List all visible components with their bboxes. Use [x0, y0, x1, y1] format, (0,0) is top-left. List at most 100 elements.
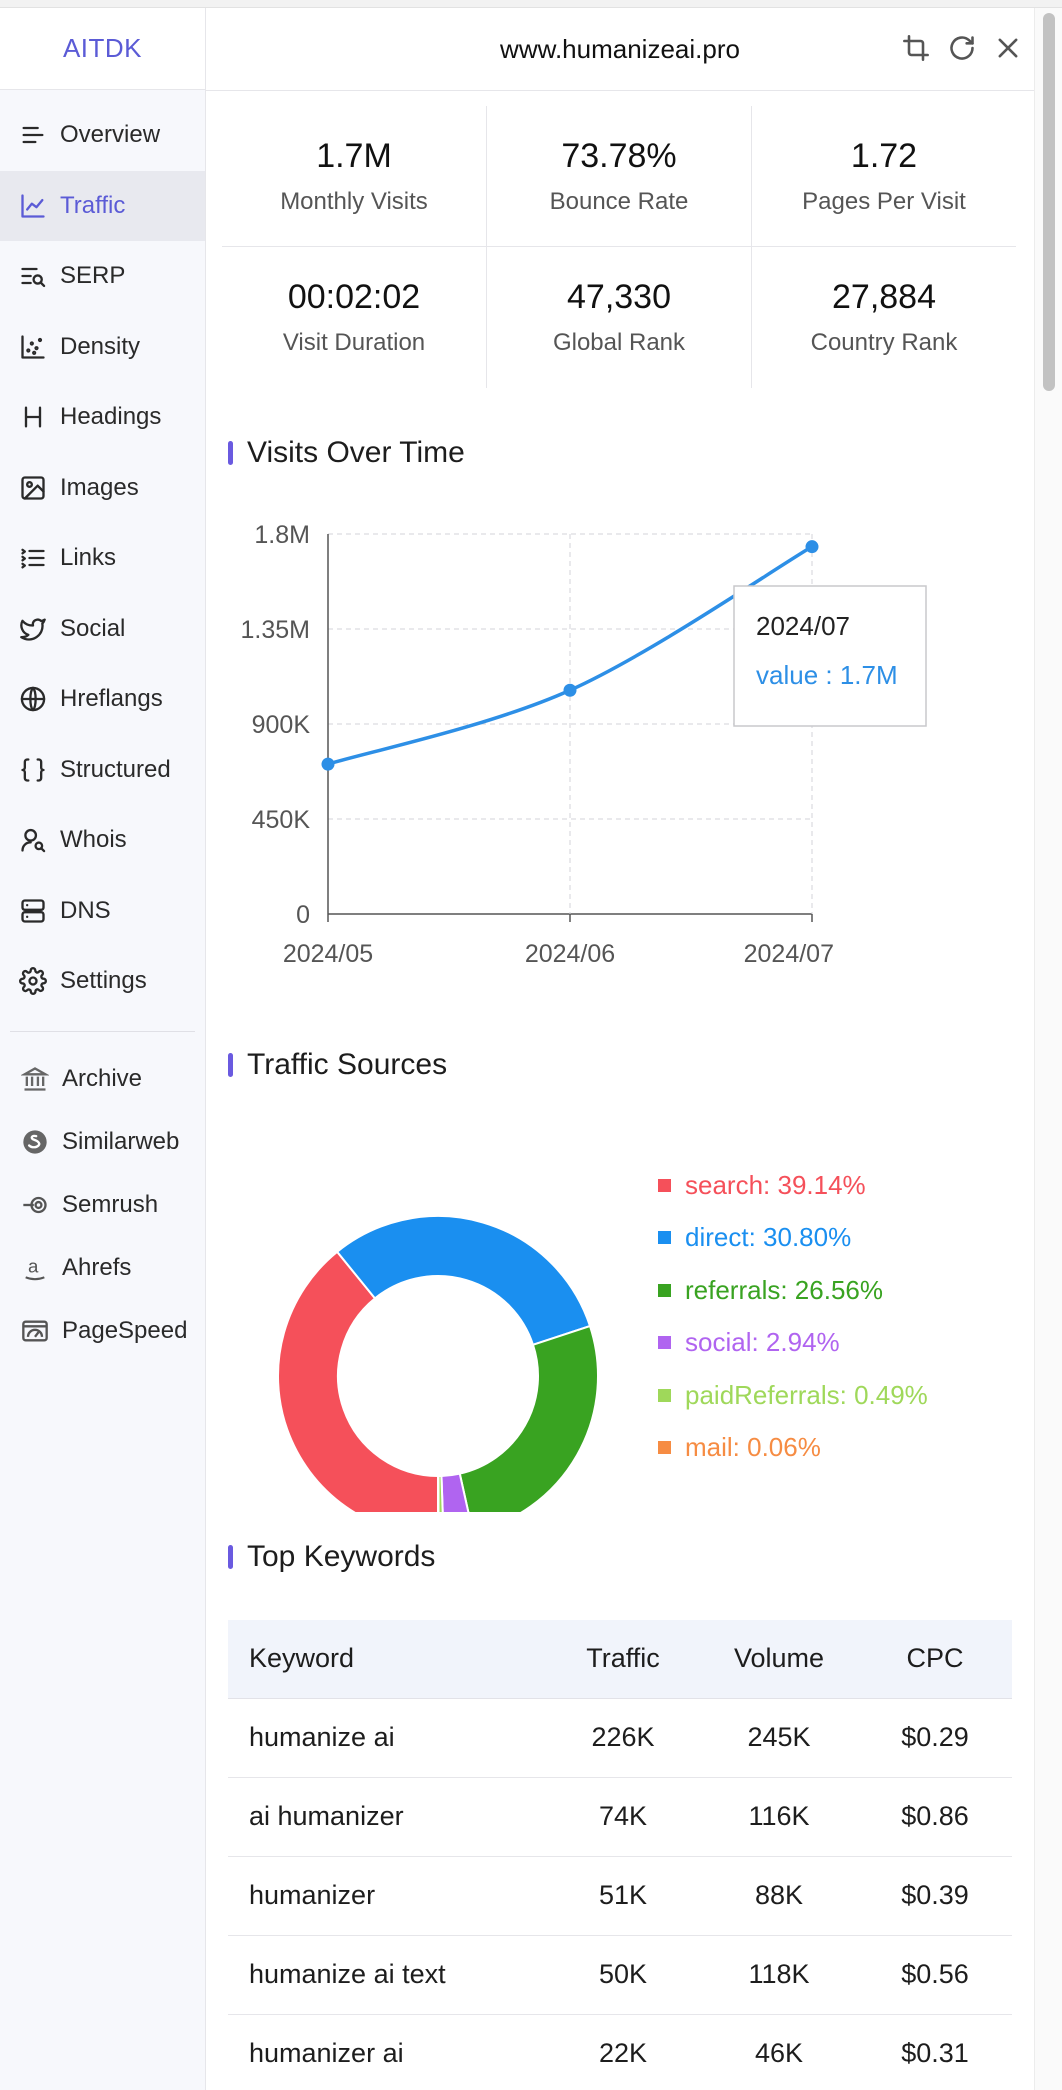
table-row: humanize ai text 50K 118K $0.56 — [228, 1935, 1012, 2015]
sidebar-item-label: Whois — [60, 826, 127, 854]
cpc-cell: $0.86 — [858, 1777, 1012, 1857]
pie-slice-direct — [335, 1215, 592, 1347]
sidebar-item-label: Hreflangs — [60, 685, 163, 713]
similarweb-icon — [20, 1127, 50, 1157]
refresh-icon[interactable] — [948, 32, 976, 64]
sidebar-item-overview[interactable]: Overview — [0, 100, 205, 171]
column-header-traffic[interactable]: Traffic — [546, 1620, 700, 1698]
stat-value: 27,884 — [832, 278, 936, 316]
sidebar-item-label: Links — [60, 544, 117, 572]
gear-icon — [18, 966, 48, 996]
volume-cell: 245K — [700, 1698, 858, 1778]
scrollbar-thumb[interactable] — [1043, 13, 1055, 391]
table-row: humanizer ai 22K 46K $0.31 — [228, 2014, 1012, 2090]
sidebar-nav: Overview Traffic SERP Density Headings I… — [0, 90, 205, 1363]
traffic-sources-legend: search: 39.14% direct: 30.80% referrals: 2… — [658, 1159, 928, 1474]
archive-icon — [20, 1064, 50, 1094]
stat-value: 47,330 — [567, 278, 671, 316]
stats-divider — [222, 246, 1016, 247]
sidebar-item-label: DNS — [60, 896, 111, 924]
stat-visit-duration: 00:02:02 Visit Duration — [222, 247, 486, 388]
brand-logo[interactable]: AITDK — [0, 8, 205, 90]
globe-icon — [18, 684, 48, 714]
sidebar-link-pagespeed[interactable]: PageSpeed — [0, 1300, 205, 1363]
crop-icon[interactable] — [902, 32, 930, 64]
keyword-cell: humanizer ai — [228, 2014, 546, 2090]
legend-item-search[interactable]: search: 39.14% — [658, 1159, 928, 1212]
pie-slice-mail — [437, 1474, 440, 1512]
data-point — [805, 540, 819, 554]
sidebar-item-links[interactable]: Links — [0, 523, 205, 594]
close-icon[interactable] — [994, 32, 1022, 64]
image-icon — [18, 473, 48, 503]
y-tick-label: 450K — [252, 806, 311, 834]
sidebar-item-settings[interactable]: Settings — [0, 946, 205, 1017]
data-point — [563, 683, 577, 697]
sidebar-link-label: Similarweb — [62, 1128, 180, 1155]
keyword-cell: ai humanizer — [228, 1777, 546, 1857]
column-header-cpc[interactable]: CPC — [858, 1620, 1012, 1698]
keyword-cell: humanizer — [228, 1856, 546, 1936]
heading-icon — [18, 402, 48, 432]
legend-item-mail[interactable]: mail: 0.06% — [658, 1422, 928, 1475]
sidebar-item-label: SERP — [60, 262, 126, 290]
sidebar-item-label: Social — [60, 614, 126, 642]
y-tick-label: 1.8M — [254, 521, 310, 549]
volume-cell: 88K — [700, 1856, 858, 1936]
sidebar-item-traffic[interactable]: Traffic — [0, 170, 205, 241]
traffic-icon — [18, 191, 48, 221]
legend-swatch — [658, 1178, 671, 1192]
column-header-keyword[interactable]: Keyword — [228, 1620, 546, 1698]
semrush-icon — [20, 1190, 50, 1220]
sidebar-item-social[interactable]: Social — [0, 594, 205, 665]
sidebar-item-label: Structured — [60, 755, 171, 783]
sidebar-item-label: Overview — [60, 121, 161, 149]
section-title-keywords: Top Keywords — [228, 1540, 435, 1574]
sidebar-link-similarweb[interactable]: Similarweb — [0, 1111, 205, 1174]
overview-icon — [18, 120, 48, 150]
sidebar-item-whois[interactable]: Whois — [0, 805, 205, 876]
sidebar-item-label: Images — [60, 473, 139, 501]
volume-cell: 46K — [700, 2014, 858, 2090]
legend-item-paidReferrals[interactable]: paidReferrals: 0.49% — [658, 1369, 928, 1422]
x-tick-label: 2024/07 — [744, 940, 834, 968]
section-title-text: Traffic Sources — [247, 1048, 448, 1081]
keyword-cell: humanize ai text — [228, 1935, 546, 2015]
column-header-volume[interactable]: Volume — [700, 1620, 858, 1698]
legend-item-direct[interactable]: direct: 30.80% — [658, 1212, 928, 1265]
y-tick-label: 1.35M — [241, 616, 310, 644]
sidebar-item-headings[interactable]: Headings — [0, 382, 205, 453]
header-actions — [902, 32, 1022, 64]
legend-item-referrals[interactable]: referrals: 26.56% — [658, 1264, 928, 1317]
x-tick-label: 2024/06 — [525, 940, 615, 968]
x-tick-label: 2024/05 — [283, 940, 373, 968]
traffic-sources-donut — [277, 1215, 599, 1512]
traffic-cell: 51K — [546, 1856, 700, 1936]
sidebar-link-archive[interactable]: Archive — [0, 1048, 205, 1111]
sidebar-link-ahrefs[interactable]: a Ahrefs — [0, 1237, 205, 1300]
traffic-cell: 74K — [546, 1777, 700, 1857]
cpc-cell: $0.56 — [858, 1935, 1012, 2015]
pagespeed-icon — [20, 1316, 50, 1346]
sidebar: AITDK Overview Traffic SERP Density Head… — [0, 8, 206, 2090]
sidebar-item-images[interactable]: Images — [0, 453, 205, 524]
sidebar-link-semrush[interactable]: Semrush — [0, 1174, 205, 1237]
sidebar-link-label: PageSpeed — [62, 1317, 188, 1344]
sidebar-item-dns[interactable]: DNS — [0, 876, 205, 947]
legend-item-social[interactable]: social: 2.94% — [658, 1317, 928, 1370]
legend-label: referrals: 26.56% — [685, 1274, 883, 1305]
sidebar-item-hreflangs[interactable]: Hreflangs — [0, 664, 205, 735]
stat-label: Monthly Visits — [280, 188, 428, 215]
tooltip-box — [733, 585, 927, 727]
ahrefs-icon: a — [20, 1253, 50, 1283]
braces-icon — [18, 755, 48, 785]
stat-value: 1.72 — [850, 137, 918, 175]
scrollbar[interactable] — [1034, 8, 1062, 2090]
section-title-text: Visits Over Time — [247, 436, 465, 469]
sidebar-item-density[interactable]: Density — [0, 312, 205, 383]
stat-label: Bounce Rate — [549, 188, 689, 215]
stat-country-rank: 27,884 Country Rank — [752, 247, 1016, 388]
stat-global-rank: 47,330 Global Rank — [487, 247, 751, 388]
sidebar-item-structured[interactable]: Structured — [0, 735, 205, 806]
sidebar-item-serp[interactable]: SERP — [0, 241, 205, 312]
